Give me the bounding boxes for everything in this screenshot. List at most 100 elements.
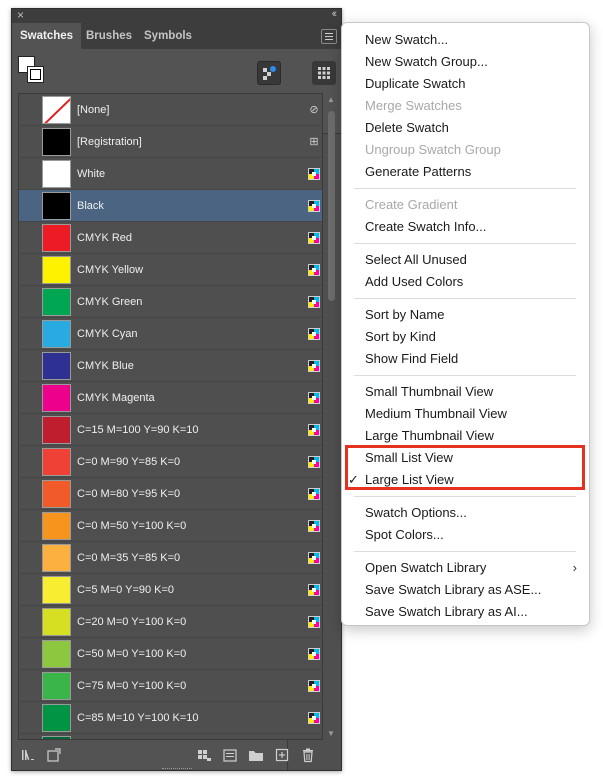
menu-item-sort-by-name[interactable]: Sort by Name [342, 304, 589, 326]
tab-brushes[interactable]: Brushes [78, 23, 140, 49]
swatch-row[interactable]: C=20 M=0 Y=100 K=0 [19, 606, 322, 638]
swatch-row[interactable]: White [19, 158, 322, 190]
cmyk-process-icon [308, 168, 320, 180]
menu-item-label: Delete Swatch [365, 120, 449, 135]
panel-bottom-bar [12, 740, 341, 770]
menu-item-label: Spot Colors... [365, 527, 444, 542]
menu-item-label: Create Swatch Info... [365, 219, 487, 234]
swatch-row[interactable]: C=15 M=100 Y=90 K=10 [19, 414, 322, 446]
menu-item-label: Large List View [365, 472, 454, 487]
swatch-row[interactable]: C=5 M=0 Y=90 K=0 [19, 574, 322, 606]
cmyk-process-icon [308, 488, 320, 500]
scroll-up-arrow-icon[interactable]: ▲ [327, 95, 335, 104]
swatch-color-chip [42, 224, 71, 252]
new-color-group-icon[interactable] [248, 747, 264, 763]
swatch-row[interactable]: C=0 M=80 Y=95 K=0 [19, 478, 322, 510]
panel-tab-bar: Swatches Brushes Symbols [12, 23, 341, 49]
swatch-row[interactable]: CMYK Blue [19, 350, 322, 382]
swatch-options-icon[interactable] [222, 747, 238, 763]
cmyk-process-icon [308, 616, 320, 628]
menu-item-small-thumbnail-view[interactable]: Small Thumbnail View [342, 381, 589, 403]
swatch-name: C=0 M=50 Y=100 K=0 [77, 520, 187, 532]
menu-item-swatch-options[interactable]: Swatch Options... [342, 502, 589, 524]
swatch-name: CMYK Blue [77, 360, 134, 372]
menu-item-sort-by-kind[interactable]: Sort by Kind [342, 326, 589, 348]
swatch-row[interactable]: C=0 M=50 Y=100 K=0 [19, 510, 322, 542]
menu-separator [354, 375, 576, 376]
scroll-down-arrow-icon[interactable]: ▼ [327, 729, 335, 738]
show-swatch-kinds-menu-icon[interactable] [196, 747, 212, 763]
menu-item-new-swatch[interactable]: New Swatch... [342, 29, 589, 51]
swatch-row[interactable]: CMYK Yellow [19, 254, 322, 286]
fill-stroke-widget[interactable] [18, 56, 48, 86]
swatch-color-chip [42, 512, 71, 540]
menu-item-save-swatch-library-as-ase[interactable]: Save Swatch Library as ASE... [342, 579, 589, 601]
menu-separator [354, 496, 576, 497]
swatch-list-scrollbar[interactable]: ▲ ▼ [326, 93, 338, 740]
swatch-name: CMYK Yellow [77, 264, 144, 276]
swatch-row[interactable]: [None] ⊘ [19, 94, 322, 126]
menu-item-label: Large Thumbnail View [365, 428, 494, 443]
swatch-row[interactable]: CMYK Green [19, 286, 322, 318]
swatch-color-chip [42, 448, 71, 476]
menu-item-create-swatch-info[interactable]: Create Swatch Info... [342, 216, 589, 238]
swatch-row[interactable]: C=85 M=10 Y=100 K=10 [19, 702, 322, 734]
swatch-libraries-menu-icon[interactable] [20, 747, 36, 763]
none-swatch-icon: ⊘ [309, 104, 319, 116]
cmyk-process-icon [308, 552, 320, 564]
menu-item-select-all-unused[interactable]: Select All Unused [342, 249, 589, 271]
new-swatch-icon[interactable] [274, 747, 290, 763]
collapse-panel-icon[interactable]: ‹‹ [332, 9, 338, 20]
swatch-row[interactable]: C=0 M=90 Y=85 K=0 [19, 446, 322, 478]
menu-item-duplicate-swatch[interactable]: Duplicate Swatch [342, 73, 589, 95]
thumbnail-view-button[interactable] [312, 61, 336, 85]
swatch-row[interactable]: C=50 M=0 Y=100 K=0 [19, 638, 322, 670]
swatch-color-chip [42, 416, 71, 444]
cmyk-process-icon [308, 680, 320, 692]
swatch-row[interactable]: [Registration] ⊞ [19, 126, 322, 158]
menu-item-label: Show Find Field [365, 351, 459, 366]
menu-item-small-list-view[interactable]: Small List View [342, 447, 589, 469]
show-swatch-kinds-button[interactable] [257, 61, 281, 85]
menu-item-save-swatch-library-as-ai[interactable]: Save Swatch Library as AI... [342, 601, 589, 623]
menu-item-large-thumbnail-view[interactable]: Large Thumbnail View [342, 425, 589, 447]
menu-item-label: Medium Thumbnail View [365, 406, 507, 421]
swatch-row[interactable]: Black [19, 190, 322, 222]
menu-item-label: Add Used Colors [365, 274, 464, 289]
swatch-row[interactable]: C=0 M=35 Y=85 K=0 [19, 542, 322, 574]
tab-symbols[interactable]: Symbols [136, 23, 200, 49]
menu-item-label: Create Gradient [365, 197, 458, 212]
close-panel-icon[interactable]: × [17, 9, 24, 22]
place-swatch-icon[interactable] [46, 747, 62, 763]
panel-menu-button[interactable] [321, 29, 337, 44]
menu-item-medium-thumbnail-view[interactable]: Medium Thumbnail View [342, 403, 589, 425]
swatch-row[interactable]: CMYK Magenta [19, 382, 322, 414]
swatch-color-chip [42, 544, 71, 572]
menu-item-label: Generate Patterns [365, 164, 472, 179]
menu-item-label: New Swatch... [365, 32, 449, 47]
panel-resize-grip[interactable] [162, 768, 192, 770]
registration-icon: ⊞ [309, 136, 319, 148]
menu-item-show-find-field[interactable]: Show Find Field [342, 348, 589, 370]
menu-item-spot-colors[interactable]: Spot Colors... [342, 524, 589, 546]
menu-item-add-used-colors[interactable]: Add Used Colors [342, 271, 589, 293]
swatch-row[interactable]: C=75 M=0 Y=100 K=0 [19, 670, 322, 702]
menu-item-large-list-view[interactable]: ✓ Large List View [342, 469, 589, 491]
swatch-name: C=0 M=80 Y=95 K=0 [77, 488, 181, 500]
delete-swatch-icon[interactable] [300, 747, 316, 763]
scroll-thumb[interactable] [328, 111, 335, 301]
menu-item-open-swatch-library[interactable]: Open Swatch Library › [342, 557, 589, 579]
swatch-row[interactable]: CMYK Red [19, 222, 322, 254]
menu-item-new-swatch-group[interactable]: New Swatch Group... [342, 51, 589, 73]
swatch-color-chip [42, 96, 71, 124]
tab-swatches[interactable]: Swatches [12, 23, 82, 49]
swatch-row[interactable]: CMYK Cyan [19, 318, 322, 350]
swatch-color-chip [42, 352, 71, 380]
checkmark-icon: ✓ [348, 472, 359, 487]
stroke-swatch[interactable] [27, 66, 44, 83]
menu-item-delete-swatch[interactable]: Delete Swatch [342, 117, 589, 139]
swatch-name: C=50 M=0 Y=100 K=0 [77, 648, 187, 660]
swatch-color-chip [42, 192, 71, 220]
menu-item-generate-patterns[interactable]: Generate Patterns [342, 161, 589, 183]
submenu-arrow-icon: › [572, 560, 577, 575]
